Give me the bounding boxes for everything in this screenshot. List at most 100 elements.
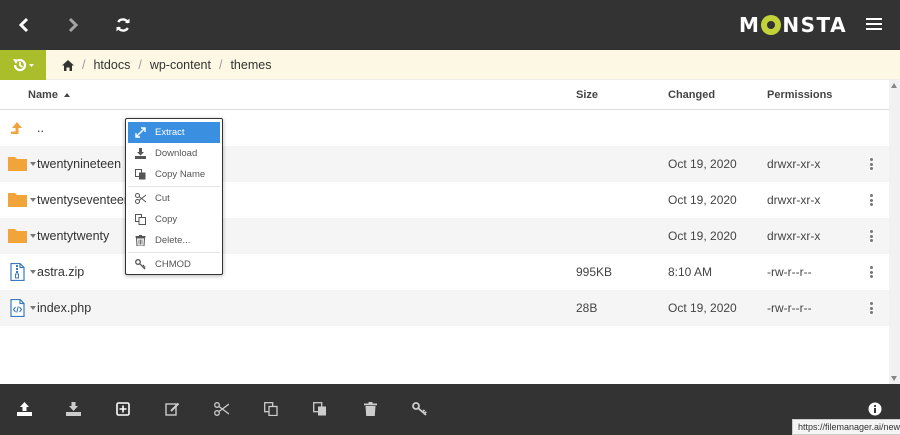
column-permissions-header[interactable]: Permissions — [767, 89, 832, 101]
file-size: 28B — [576, 301, 598, 315]
chmod-button[interactable] — [410, 400, 428, 418]
hamburger-menu-button[interactable] — [866, 18, 882, 32]
info-button[interactable] — [866, 400, 884, 418]
file-changed: 8:10 AM — [668, 265, 713, 279]
breadcrumb-bar: / htdocs / wp-content / themes — [0, 50, 900, 80]
row-actions-menu-icon[interactable] — [868, 157, 874, 171]
file-changed: Oct 19, 2020 — [668, 229, 737, 243]
download-button[interactable] — [64, 400, 82, 418]
row-actions-menu-icon[interactable] — [868, 265, 874, 279]
monsta-logo: M NSTA — [739, 13, 847, 37]
menu-item-label: Extract — [155, 127, 185, 138]
row-actions-menu-icon[interactable] — [868, 229, 874, 243]
menu-item-delete[interactable]: Delete... — [128, 230, 220, 251]
row-dropdown-caret-icon[interactable] — [30, 270, 36, 274]
file-changed: Oct 19, 2020 — [668, 301, 737, 315]
download-icon — [135, 148, 146, 159]
info-icon — [868, 402, 882, 416]
menu-item-chmod[interactable]: CHMOD — [128, 254, 220, 275]
file-name: twentynineteen — [37, 157, 122, 171]
folder-icon — [8, 157, 27, 171]
file-name: .. — [37, 121, 44, 135]
refresh-icon — [116, 18, 130, 32]
file-permissions: drwxr-xr-x — [767, 193, 821, 207]
upload-icon — [16, 402, 32, 416]
breadcrumb-wp-content[interactable]: wp-content — [150, 58, 211, 72]
cut-button[interactable] — [212, 400, 230, 418]
breadcrumb-separator: / — [138, 58, 142, 72]
key-icon — [135, 259, 146, 270]
logo-text-nsta: NSTA — [782, 13, 848, 37]
folder-icon — [8, 229, 27, 243]
folder-icon — [8, 193, 27, 207]
menu-item-label: Copy Name — [155, 169, 206, 180]
trash-icon — [135, 235, 146, 246]
status-url-tooltip: https://filemanager.ai/new/# — [792, 419, 900, 435]
menu-item-label: Copy — [155, 214, 178, 225]
breadcrumb-themes[interactable]: themes — [230, 58, 271, 72]
file-name: astra.zip — [37, 265, 85, 279]
file-permissions: -rw-r--r-- — [767, 265, 812, 279]
file-changed: Oct 19, 2020 — [668, 157, 737, 171]
zip-file-icon — [10, 263, 25, 281]
menu-item-extract[interactable]: Extract — [128, 122, 220, 143]
file-name: twentytwenty — [37, 229, 110, 243]
row-dropdown-caret-icon[interactable] — [30, 162, 36, 166]
row-dropdown-caret-icon[interactable] — [30, 306, 36, 310]
history-dropdown-button[interactable] — [0, 50, 46, 80]
row-dropdown-caret-icon[interactable] — [30, 198, 36, 202]
menu-item-label: Delete... — [155, 235, 191, 246]
upload-button[interactable] — [15, 400, 33, 418]
forward-button[interactable] — [60, 12, 86, 38]
row-actions-menu-icon[interactable] — [868, 193, 874, 207]
copy-button[interactable] — [262, 400, 280, 418]
code-file-icon — [10, 299, 25, 317]
breadcrumb-separator: / — [218, 58, 223, 72]
copy-icon — [135, 214, 146, 225]
back-button[interactable] — [11, 12, 37, 38]
file-changed: Oct 19, 2020 — [668, 193, 737, 207]
column-size-header[interactable]: Size — [576, 89, 598, 101]
delete-button[interactable] — [361, 400, 379, 418]
bottom-toolbar — [0, 384, 900, 435]
edit-icon — [164, 402, 179, 416]
file-permissions: drwxr-xr-x — [767, 229, 821, 243]
scroll-down-arrow-icon[interactable] — [891, 376, 897, 381]
copy-icon — [264, 402, 278, 416]
column-name-label: Name — [28, 89, 58, 101]
copy-name-icon — [135, 169, 146, 180]
new-item-button[interactable] — [114, 400, 132, 418]
column-name-header[interactable]: Name — [28, 89, 71, 101]
menu-divider — [128, 252, 220, 253]
context-menu: Extract Download Copy Name Cut Copy Dele… — [125, 118, 223, 275]
download-icon — [65, 402, 81, 416]
menu-item-cut[interactable]: Cut — [128, 188, 220, 209]
logo-text-m: M — [739, 13, 761, 37]
breadcrumb-separator: / — [82, 58, 86, 72]
menu-item-label: Download — [155, 148, 198, 159]
row-actions-menu-icon[interactable] — [868, 301, 874, 315]
breadcrumb: / htdocs / wp-content / themes — [62, 50, 271, 80]
expand-arrows-icon — [135, 127, 146, 138]
refresh-button[interactable] — [110, 12, 136, 38]
file-name: index.php — [37, 301, 92, 315]
home-icon[interactable] — [62, 59, 74, 71]
logo-o-icon — [761, 15, 782, 35]
menu-item-download[interactable]: Download — [128, 143, 220, 164]
file-name: twentyseventeen — [37, 193, 131, 207]
plus-square-icon — [116, 402, 130, 416]
column-changed-header[interactable]: Changed — [668, 89, 715, 101]
file-row[interactable]: index.php 28B Oct 19, 2020 -rw-r--r-- — [0, 290, 889, 326]
scissors-icon — [213, 402, 229, 416]
file-permissions: drwxr-xr-x — [767, 157, 821, 171]
edit-button[interactable] — [163, 400, 181, 418]
breadcrumb-htdocs[interactable]: htdocs — [93, 58, 130, 72]
vertical-scrollbar[interactable] — [889, 80, 900, 384]
menu-item-copy-name[interactable]: Copy Name — [128, 164, 220, 185]
sort-ascending-icon — [64, 93, 71, 98]
paste-button[interactable] — [311, 400, 329, 418]
menu-item-copy[interactable]: Copy — [128, 209, 220, 230]
row-dropdown-caret-icon[interactable] — [30, 234, 36, 238]
scroll-up-arrow-icon[interactable] — [891, 83, 897, 88]
file-list-header: Name Size Changed Permissions — [0, 80, 889, 110]
